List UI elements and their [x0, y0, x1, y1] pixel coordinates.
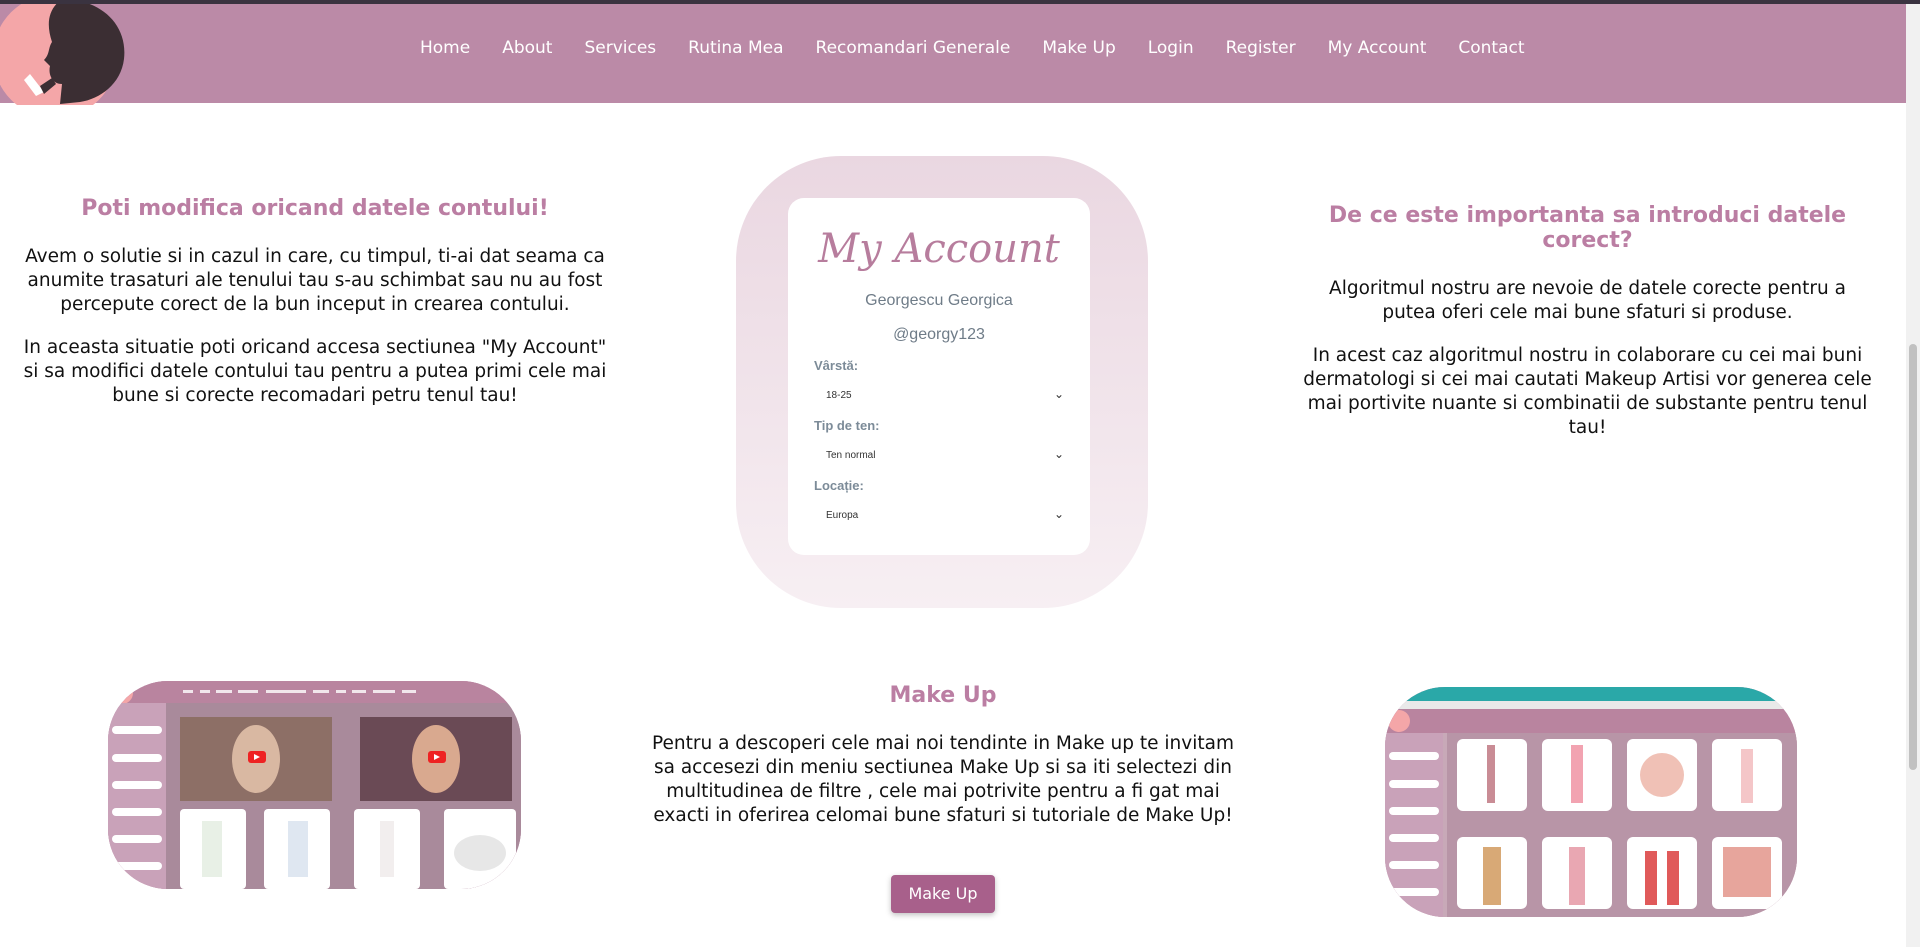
recommendations-preview-image: [108, 681, 521, 889]
nav-recomandari-generale[interactable]: Recomandari Generale: [816, 38, 1011, 58]
right-paragraph-1: Algoritmul nostru are nevoie de datele c…: [1329, 278, 1846, 323]
location-select-value: Europa: [826, 510, 859, 521]
makeup-preview-image: [1385, 687, 1797, 917]
site-header: Home About Services Rutina Mea Recomanda…: [0, 4, 1906, 105]
left-paragraph-2: In aceasta situatie poti oricand accesa …: [23, 337, 607, 406]
logo-icon[interactable]: [0, 4, 126, 105]
nav-login[interactable]: Login: [1148, 38, 1194, 58]
age-label: Vârstă:: [814, 358, 859, 373]
nav-contact[interactable]: Contact: [1458, 38, 1524, 58]
makeup-paragraph: Pentru a descoperi cele mai noi tendinte…: [652, 733, 1234, 826]
makeup-section: Make Up Pentru a descoperi cele mai noi …: [643, 683, 1243, 828]
makeup-section-title: Make Up: [889, 683, 997, 708]
account-username: @georgy123: [893, 326, 985, 343]
right-info-section: De ce este importanta sa introduci datel…: [1290, 203, 1885, 440]
main-nav: Home About Services Rutina Mea Recomanda…: [420, 38, 1557, 58]
right-paragraph-2: In acest caz algoritmul nostru in colabo…: [1303, 345, 1872, 438]
skin-type-select[interactable]: Ten normal ⌄: [814, 444, 1068, 468]
makeup-button[interactable]: Make Up: [891, 875, 995, 913]
nav-rutina-mea[interactable]: Rutina Mea: [688, 38, 783, 58]
right-section-title: De ce este importanta sa introduci datel…: [1328, 203, 1847, 253]
makeup-preview-graphic: [1385, 687, 1797, 917]
nav-home[interactable]: Home: [420, 38, 470, 58]
nav-make-up[interactable]: Make Up: [1042, 38, 1115, 58]
skin-type-select-value: Ten normal: [826, 450, 876, 461]
location-label: Locație:: [814, 478, 864, 493]
account-preview-frame: My Account Georgescu Georgica @georgy123…: [736, 156, 1148, 608]
chevron-down-icon: ⌄: [1053, 507, 1064, 521]
left-section-title: Poti modifica oricand datele contului!: [81, 196, 549, 221]
age-select-value: 18-25: [826, 390, 852, 401]
chevron-down-icon: ⌄: [1053, 447, 1064, 461]
left-info-section: Poti modifica oricand datele contului! A…: [20, 196, 610, 408]
skin-type-label: Tip de ten:: [814, 418, 880, 433]
account-full-name: Georgescu Georgica: [865, 292, 1013, 309]
account-card-title: My Account: [818, 226, 1060, 272]
page-scrollbar[interactable]: [1906, 4, 1920, 947]
scrollbar-thumb[interactable]: [1909, 344, 1917, 770]
location-select[interactable]: Europa ⌄: [814, 504, 1068, 528]
left-paragraph-1: Avem o solutie si in cazul in care, cu t…: [25, 246, 605, 315]
nav-services[interactable]: Services: [584, 38, 656, 58]
recommendations-preview-graphic: [108, 681, 521, 889]
nav-register[interactable]: Register: [1226, 38, 1296, 58]
account-card: My Account Georgescu Georgica @georgy123…: [788, 198, 1090, 555]
chevron-down-icon: ⌄: [1053, 387, 1064, 401]
nav-about[interactable]: About: [502, 38, 552, 58]
age-select[interactable]: 18-25 ⌄: [814, 384, 1068, 408]
nav-my-account[interactable]: My Account: [1328, 38, 1427, 58]
